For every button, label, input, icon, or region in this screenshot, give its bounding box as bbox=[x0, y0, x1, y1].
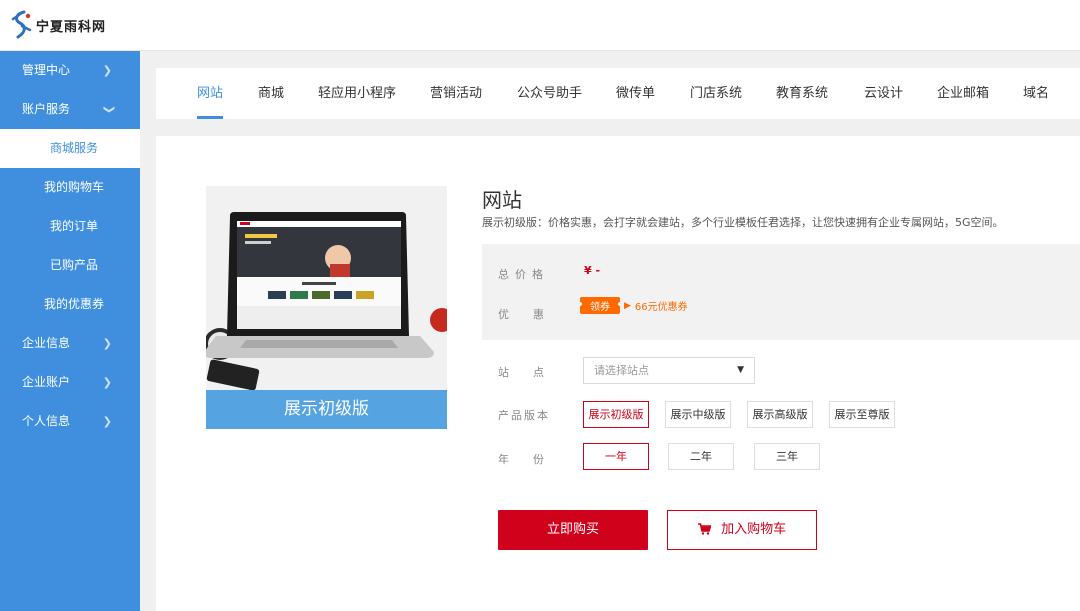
tab-item[interactable]: 企业邮箱 bbox=[937, 68, 989, 119]
tab-item[interactable]: 域名 bbox=[1023, 68, 1049, 119]
sidebar-item-label: 企业信息 bbox=[22, 336, 71, 350]
year-option[interactable]: 三年 bbox=[754, 443, 820, 470]
site-label: 站点 bbox=[498, 366, 568, 379]
tab-item[interactable]: 轻应用小程序 bbox=[318, 68, 396, 119]
coupon-offer[interactable]: 领券 ▶ 66元优惠券 bbox=[578, 297, 688, 314]
sidebar-item-label: 我的购物车 bbox=[43, 180, 104, 194]
chevron-right-icon: ❯ bbox=[102, 376, 112, 389]
price-label: 总价格 bbox=[498, 268, 549, 281]
sidebar-item-label: 企业账户 bbox=[22, 375, 71, 389]
sidebar-item-label: 我的订单 bbox=[49, 219, 98, 233]
add-to-cart-button[interactable]: 加入购物车 bbox=[667, 510, 817, 550]
sidebar-item-label: 我的优惠券 bbox=[43, 297, 104, 311]
sidebar-item[interactable]: 我的购物车 bbox=[0, 168, 140, 207]
product-image-banner: 展示初级版 bbox=[206, 390, 447, 429]
coupon-text[interactable]: 66元优惠券 bbox=[635, 298, 688, 313]
tab-item[interactable]: 云设计 bbox=[864, 68, 903, 119]
product-panel: 展示初级版 网站 展示初级版：价格实惠，会打字就会建站，多个行业模板任君选择，让… bbox=[156, 136, 1080, 611]
sidebar-item[interactable]: 个人信息 ❯ bbox=[0, 402, 140, 441]
version-label: 产品版本 bbox=[498, 409, 550, 422]
product-description: 展示初级版：价格实惠，会打字就会建站，多个行业模板任君选择，让您快速拥有企业专属… bbox=[482, 216, 1004, 229]
sidebar-item-label: 个人信息 bbox=[22, 414, 71, 428]
chevron-right-icon: ❯ bbox=[102, 64, 112, 77]
tab-item[interactable]: 微传单 bbox=[616, 68, 655, 119]
buy-now-button[interactable]: 立即购买 bbox=[498, 510, 648, 550]
brand-logo[interactable]: 宁夏雨科网 bbox=[10, 10, 106, 40]
laptop-illustration bbox=[206, 186, 447, 391]
sidebar-item-label: 商城服务 bbox=[49, 141, 98, 155]
chevron-right-icon: ❯ bbox=[102, 415, 112, 428]
sidebar-item[interactable]: 管理中心 ❯ bbox=[0, 51, 140, 90]
cart-icon bbox=[697, 523, 711, 535]
year-label: 年份 bbox=[498, 453, 568, 466]
chevron-right-icon: ❯ bbox=[102, 337, 112, 350]
tab-item[interactable]: 营销活动 bbox=[430, 68, 482, 119]
version-option[interactable]: 展示至尊版 bbox=[829, 401, 895, 428]
tab-item[interactable]: 商城 bbox=[258, 68, 284, 119]
site-select-placeholder: 请选择站点 bbox=[594, 364, 649, 377]
version-option[interactable]: 展示初级版 bbox=[583, 401, 649, 428]
sidebar-item[interactable]: 我的订单 bbox=[0, 207, 140, 246]
product-tabs: 网站 商城 轻应用小程序 营销活动 公众号助手 微传单 门店系统 教育系统 云设计 企业邮箱 域名 bbox=[156, 68, 1080, 119]
price-box: 总价格 ¥ - 优惠 领券 ▶ 66元优惠券 bbox=[482, 244, 1080, 340]
coupon-tag[interactable]: 领券 bbox=[578, 297, 622, 314]
sidebar-item[interactable]: 商城服务 bbox=[0, 129, 140, 168]
sidebar-item[interactable]: 账户服务 ❯ bbox=[0, 90, 140, 129]
sidebar-item[interactable]: 我的优惠券 bbox=[0, 285, 140, 324]
product-image: 展示初级版 bbox=[206, 186, 447, 429]
tab-item[interactable]: 公众号助手 bbox=[517, 68, 582, 119]
triangle-right-icon: ▶ bbox=[624, 300, 631, 311]
tab-item[interactable]: 网站 bbox=[197, 68, 224, 119]
sidebar-item-label: 账户服务 bbox=[22, 102, 71, 116]
logo-mark-icon bbox=[11, 10, 32, 39]
tab-item[interactable]: 教育系统 bbox=[776, 68, 828, 119]
sidebar-item[interactable]: 企业账户 ❯ bbox=[0, 363, 140, 402]
sidebar-item-label: 已购产品 bbox=[49, 258, 98, 272]
tab-item[interactable]: 门店系统 bbox=[690, 68, 742, 119]
brand-name: 宁夏雨科网 bbox=[36, 19, 107, 35]
version-option[interactable]: 展示中级版 bbox=[665, 401, 731, 428]
sidebar: 管理中心 ❯ 账户服务 ❯ 商城服务 我的购物车 我的订单 已购产品 我的优惠券 企业信息 ❯ 企业账… bbox=[0, 51, 140, 611]
site-select[interactable]: 请选择站点 ▼ bbox=[583, 357, 755, 384]
year-option[interactable]: 一年 bbox=[583, 443, 649, 470]
chevron-down-icon: ❯ bbox=[102, 104, 116, 115]
sidebar-item[interactable]: 已购产品 bbox=[0, 246, 140, 285]
discount-label: 优惠 bbox=[498, 308, 568, 321]
version-option[interactable]: 展示高级版 bbox=[747, 401, 813, 428]
price-value: ¥ - bbox=[584, 264, 601, 277]
sidebar-item[interactable]: 企业信息 ❯ bbox=[0, 324, 140, 363]
year-option[interactable]: 二年 bbox=[668, 443, 734, 470]
caret-down-icon: ▼ bbox=[737, 365, 744, 375]
top-header: 宁夏雨科网 bbox=[0, 0, 1080, 51]
product-title: 网站 bbox=[482, 188, 522, 212]
add-to-cart-label: 加入购物车 bbox=[721, 522, 787, 537]
sidebar-item-label: 管理中心 bbox=[22, 63, 71, 77]
